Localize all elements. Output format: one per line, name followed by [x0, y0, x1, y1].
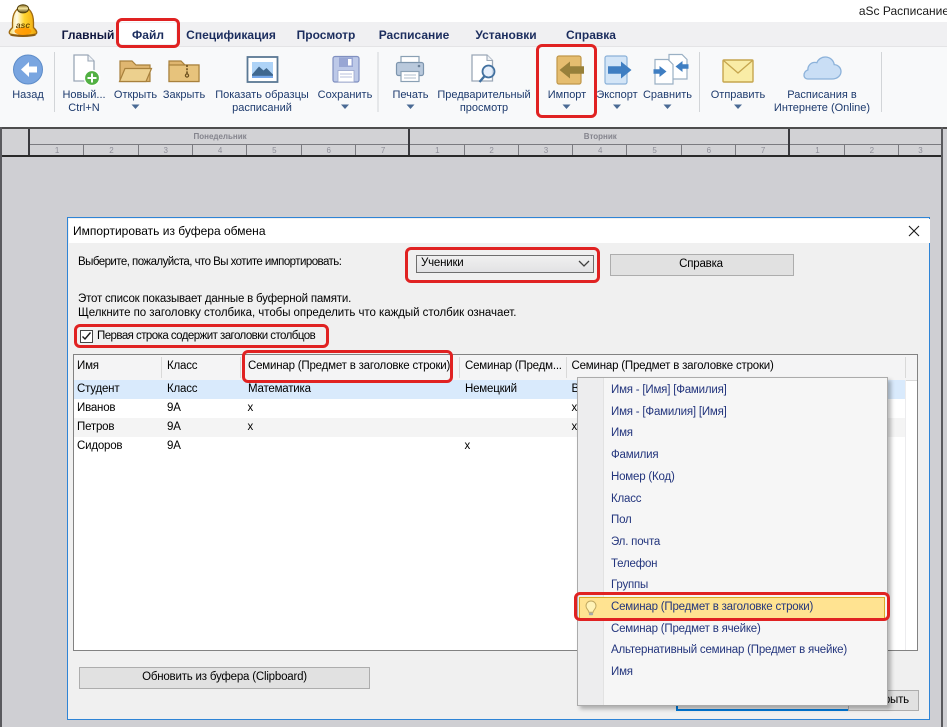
svg-text:asc: asc: [16, 20, 30, 30]
